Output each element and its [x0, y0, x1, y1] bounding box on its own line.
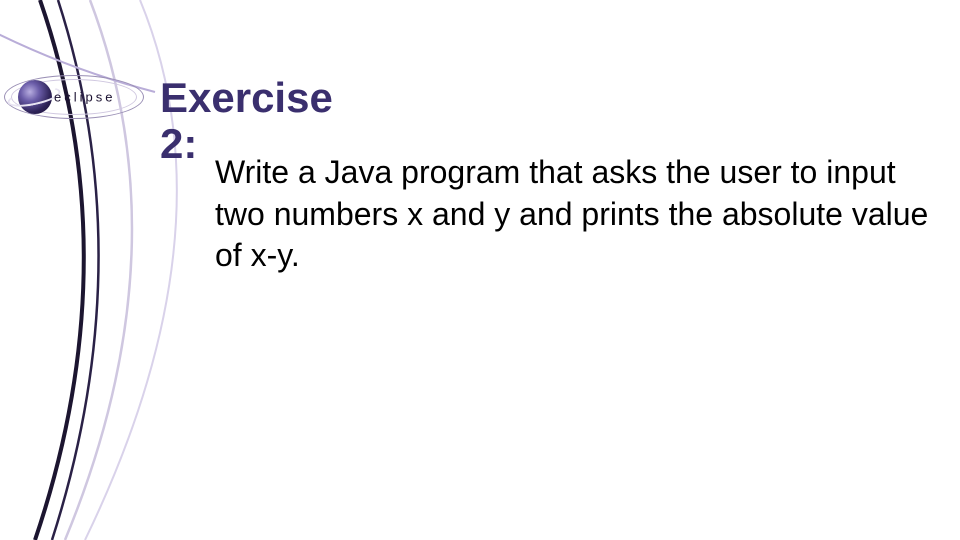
logo-text: eclipse — [54, 90, 115, 105]
slide-body-text: Write a Java program that asks the user … — [215, 152, 930, 277]
eclipse-logo: eclipse — [4, 72, 144, 122]
title-line-1: Exercise — [160, 75, 333, 121]
slide: eclipse Exercise 2: Write a Java program… — [0, 0, 960, 540]
